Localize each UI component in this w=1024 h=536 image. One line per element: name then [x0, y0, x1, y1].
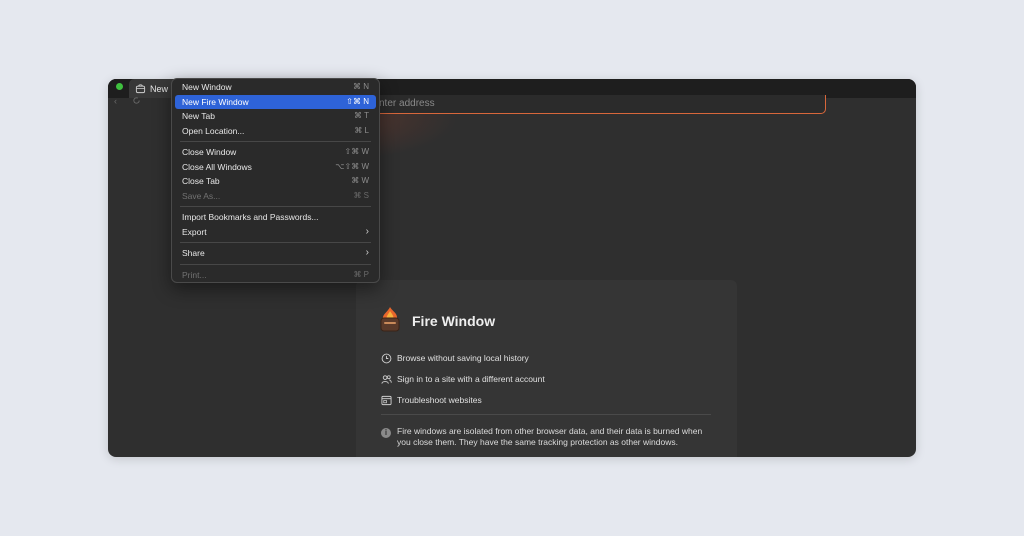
menu-item-label: Close All Windows	[182, 161, 252, 172]
feature-text: Sign in to a site with a different accou…	[397, 374, 545, 384]
menu-item-export[interactable]: Export ›	[175, 225, 376, 240]
menu-item-close-window[interactable]: Close Window ⇧⌘ W	[175, 145, 376, 160]
feature-item: Sign in to a site with a different accou…	[381, 373, 545, 385]
feature-item: Browse without saving local history	[381, 352, 529, 364]
menu-item-label: Share	[182, 248, 205, 258]
menu-item-shortcut: ⌘ P	[353, 269, 369, 279]
menu-item-label: Save As...	[182, 190, 221, 201]
menu-item-shortcut: ⌘ S	[353, 190, 369, 200]
menu-separator	[180, 263, 371, 265]
menu-separator	[180, 141, 371, 142]
menu-item-open-location[interactable]: Open Location... ⌘ L	[175, 124, 376, 139]
clock-icon	[381, 353, 392, 363]
menu-item-close-all-windows[interactable]: Close All Windows ⌥⇧⌘ W	[175, 160, 376, 175]
info-text: Fire windows are isolated from other bro…	[397, 426, 703, 447]
info-icon: i	[381, 428, 391, 438]
menu-item-label: Close Tab	[182, 176, 220, 186]
menu-item-label: Close Window	[182, 147, 237, 157]
menu-item-label: Open Location...	[182, 125, 245, 136]
menu-item-shortcut: ⌘ W	[351, 176, 369, 185]
zoom-window-button[interactable]	[116, 83, 123, 90]
menu-item-close-tab[interactable]: Close Tab ⌘ W	[175, 174, 376, 189]
address-placeholder: nter address	[379, 98, 435, 109]
menu-item-new-tab[interactable]: New Tab ⌘ T	[175, 109, 376, 124]
fire-window-icon	[380, 307, 400, 332]
menu-item-shortcut: ⇧⌘ W	[344, 147, 369, 156]
menu-item-shortcut: ⌘ L	[354, 125, 369, 135]
menu-item-new-window[interactable]: New Window ⌘ N	[175, 80, 376, 95]
chevron-right-icon: ›	[365, 225, 369, 237]
menu-item-label: Print...	[182, 269, 207, 280]
menu-item-shortcut: ⇧⌘ N	[346, 96, 369, 106]
menu-item-shortcut: ⌥⇧⌘ W	[335, 161, 369, 171]
menu-item-label: New Tab	[182, 111, 215, 121]
people-icon	[381, 374, 392, 384]
menu-item-label: Export	[182, 226, 207, 237]
menu-item-share[interactable]: Share ›	[175, 246, 376, 261]
menu-item-label: New Window	[182, 82, 232, 92]
fire-window-tab-icon	[135, 84, 146, 94]
fire-window-info-card: Fire Window Browse without saving local …	[356, 280, 737, 457]
feature-text: Browse without saving local history	[397, 353, 529, 363]
browser-icon	[381, 395, 392, 405]
menu-item-new-fire-window[interactable]: New Fire Window ⇧⌘ N	[175, 94, 376, 109]
menu-item-save-as: Save As... ⌘ S	[175, 189, 376, 204]
menu-item-shortcut: ⌘ T	[354, 111, 369, 120]
card-divider	[381, 414, 711, 415]
chevron-right-icon: ›	[365, 247, 369, 258]
address-bar[interactable]: nter address	[340, 95, 826, 114]
card-title: Fire Window	[412, 313, 496, 329]
menu-separator	[180, 242, 371, 243]
menu-item-label: New Fire Window	[182, 96, 249, 107]
feature-item: Troubleshoot websites	[381, 394, 482, 406]
menu-item-print: Print... ⌘ P	[175, 268, 376, 283]
menu-item-shortcut: ⌘ N	[353, 82, 369, 91]
menu-item-label: Import Bookmarks and Passwords...	[182, 212, 319, 222]
feature-text: Troubleshoot websites	[397, 395, 482, 405]
reload-icon[interactable]	[132, 96, 141, 105]
back-arrow-icon[interactable]: ‹	[114, 96, 117, 106]
menu-separator	[180, 206, 371, 207]
file-menu: New Window ⌘ N New Fire Window ⇧⌘ N New Tab ⌘…	[171, 78, 380, 283]
menu-item-import-bookmarks-and-passwords[interactable]: Import Bookmarks and Passwords...	[175, 210, 376, 225]
